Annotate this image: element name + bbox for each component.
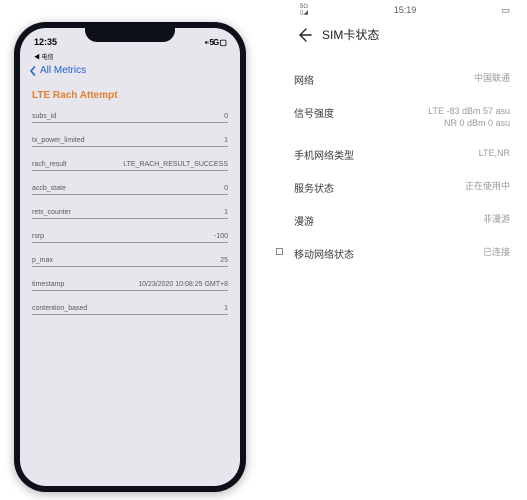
metric-row: rsrp -100 bbox=[32, 233, 228, 243]
ios-signal: ▪▫ 5G ▢ bbox=[205, 38, 226, 47]
android-time: 15:19 bbox=[394, 5, 417, 15]
status-label: 移动网络状态 bbox=[294, 246, 354, 261]
metric-label: rsrp bbox=[32, 233, 44, 240]
metric-label: contention_based bbox=[32, 305, 87, 312]
metric-value: 1 bbox=[224, 209, 228, 216]
status-label: 网络 bbox=[294, 72, 314, 87]
android-screen: 5G▯◢ 15:19 ▭ SIM卡状态 网络 中国联通信号强度 LTE -83 dB… bbox=[290, 2, 520, 270]
status-value: LTE,NR bbox=[479, 147, 510, 159]
metric-row: subs_id 0 bbox=[32, 113, 228, 123]
status-row[interactable]: 漫游 非漫游 bbox=[290, 204, 520, 237]
iphone-frame: 12:35 ▪▫ 5G ▢ ◀ 电信 All Metrics LTE Rach … bbox=[14, 22, 246, 492]
status-value: LTE -83 dBm 57 asuNR 0 dBm 0 asu bbox=[428, 105, 510, 129]
chevron-left-icon bbox=[28, 66, 38, 76]
android-5g-icon: 5G▯◢ bbox=[300, 4, 308, 16]
metric-value: 10/23/2020 10:08:25 GMT+8 bbox=[138, 281, 228, 288]
ios-content: LTE Rach Attempt subs_id 0 tx_power_limite… bbox=[20, 82, 240, 315]
battery-icon: ▭ bbox=[501, 5, 510, 16]
ios-carrier: ◀ 电信 bbox=[20, 52, 240, 61]
status-row[interactable]: 移动网络状态 已连接 bbox=[290, 237, 520, 270]
status-label: 信号强度 bbox=[294, 105, 334, 120]
arrow-left-icon bbox=[296, 27, 312, 43]
metric-label: tx_power_limited bbox=[32, 137, 85, 144]
ios-time: 12:35 bbox=[34, 37, 57, 47]
status-row[interactable]: 手机网络类型 LTE,NR bbox=[290, 138, 520, 171]
iphone-screen: 12:35 ▪▫ 5G ▢ ◀ 电信 All Metrics LTE Rach … bbox=[20, 28, 240, 486]
metric-value: 1 bbox=[224, 305, 228, 312]
metric-value: -100 bbox=[214, 233, 228, 240]
metric-row: timestamp 10/23/2020 10:08:25 GMT+8 bbox=[32, 281, 228, 291]
metric-row: retx_counter 1 bbox=[32, 209, 228, 219]
notch bbox=[85, 28, 175, 42]
metric-value: 0 bbox=[224, 185, 228, 192]
status-label: 手机网络类型 bbox=[294, 147, 354, 162]
metric-row: rach_result LTE_RACH_RESULT_SUCCESS bbox=[32, 161, 228, 171]
nav-back-label: All Metrics bbox=[40, 65, 86, 76]
metric-label: timestamp bbox=[32, 281, 64, 288]
page-title: LTE Rach Attempt bbox=[32, 90, 228, 101]
status-label: 漫游 bbox=[294, 213, 314, 228]
metric-row: p_max 25 bbox=[32, 257, 228, 267]
metric-label: accb_state bbox=[32, 185, 66, 192]
status-label: 服务状态 bbox=[294, 180, 334, 195]
metric-value: 25 bbox=[220, 257, 228, 264]
metric-label: rach_result bbox=[32, 161, 67, 168]
metric-label: p_max bbox=[32, 257, 53, 264]
metric-value: 1 bbox=[224, 137, 228, 144]
metric-value: LTE_RACH_RESULT_SUCCESS bbox=[123, 161, 228, 168]
status-value: 中国联通 bbox=[474, 72, 510, 84]
metric-row: accb_state 0 bbox=[32, 185, 228, 195]
android-header[interactable]: SIM卡状态 bbox=[290, 18, 520, 57]
status-value: 正在使用中 bbox=[465, 180, 510, 192]
status-row[interactable]: 网络 中国联通 bbox=[290, 63, 520, 96]
android-header-title: SIM卡状态 bbox=[322, 26, 379, 43]
square-icon bbox=[276, 248, 283, 255]
status-value: 已连接 bbox=[483, 246, 510, 258]
status-value: 非漫游 bbox=[483, 213, 510, 225]
metric-label: subs_id bbox=[32, 113, 56, 120]
status-row[interactable]: 信号强度 LTE -83 dBm 57 asuNR 0 dBm 0 asu bbox=[290, 96, 520, 138]
android-status-bar: 5G▯◢ 15:19 ▭ bbox=[290, 2, 520, 18]
status-row[interactable]: 服务状态 正在使用中 bbox=[290, 171, 520, 204]
metric-value: 0 bbox=[224, 113, 228, 120]
metric-row: tx_power_limited 1 bbox=[32, 137, 228, 147]
nav-back[interactable]: All Metrics bbox=[20, 61, 240, 82]
metric-row: contention_based 1 bbox=[32, 305, 228, 315]
metric-label: retx_counter bbox=[32, 209, 71, 216]
